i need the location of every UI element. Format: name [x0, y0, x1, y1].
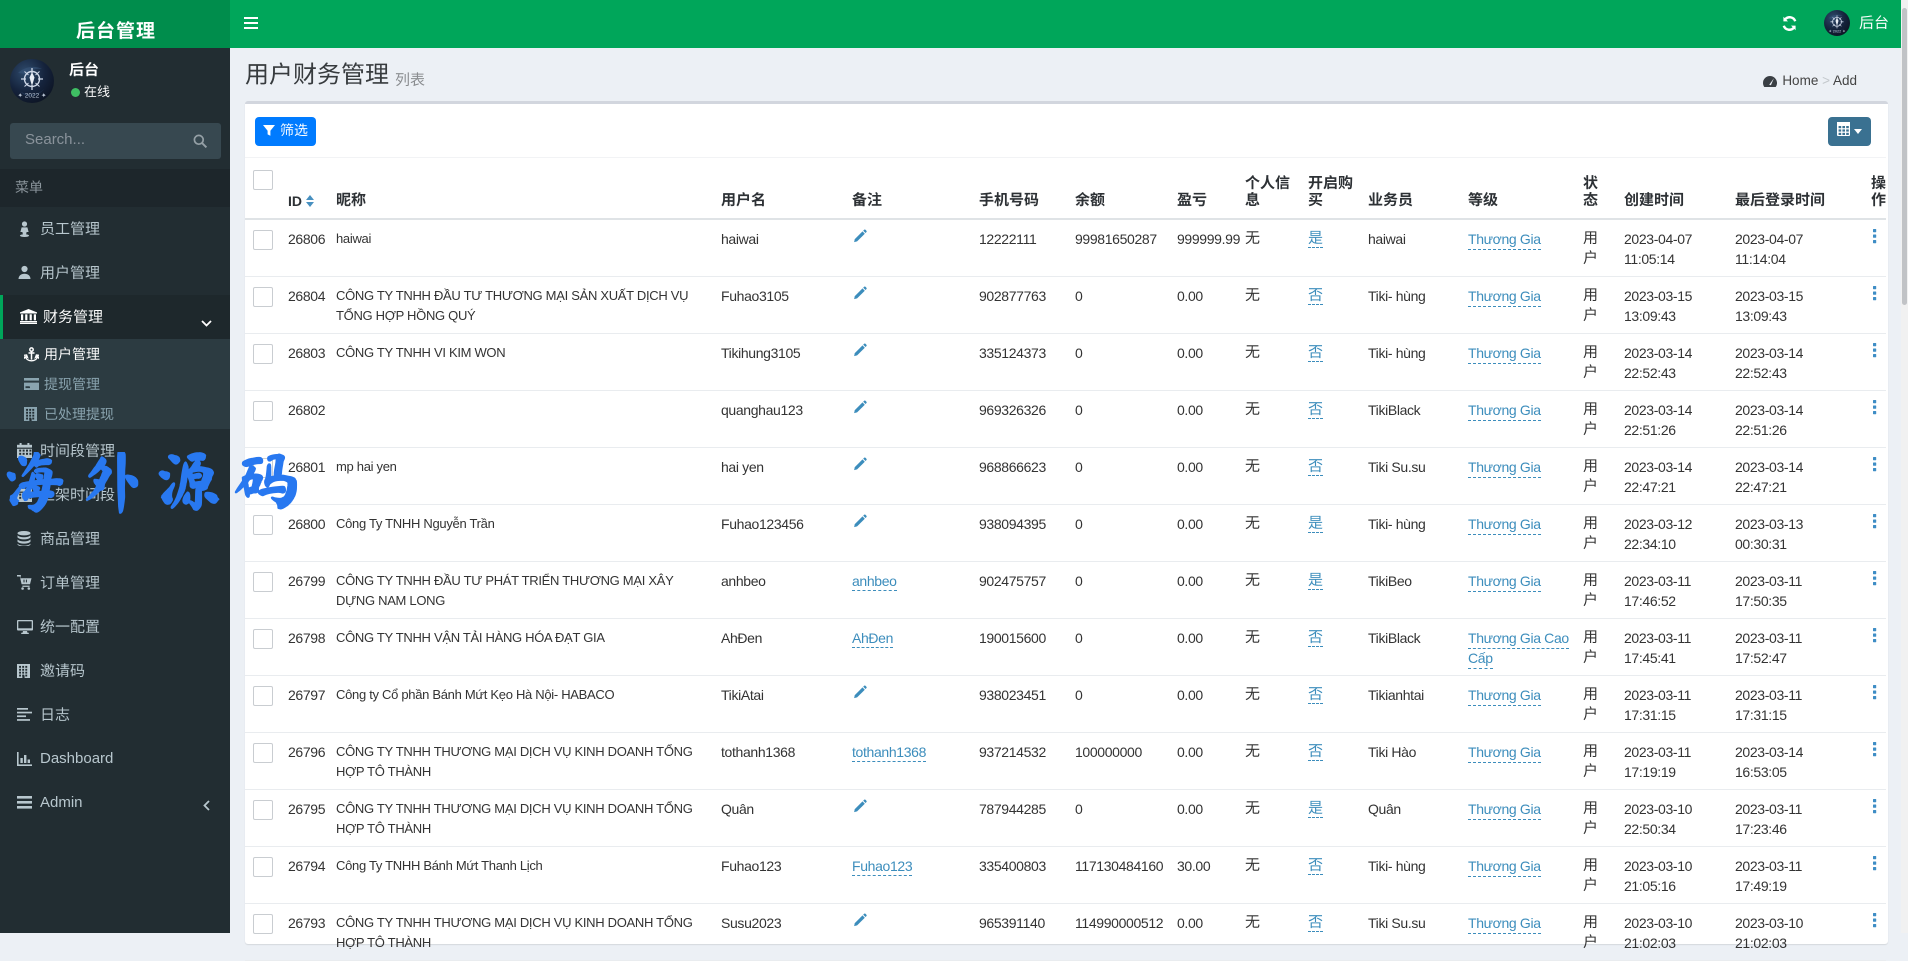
svg-text:✦ 2022 ✦: ✦ 2022 ✦ — [1828, 30, 1846, 34]
svg-text:✦ 2022 ✦: ✦ 2022 ✦ — [18, 92, 48, 100]
